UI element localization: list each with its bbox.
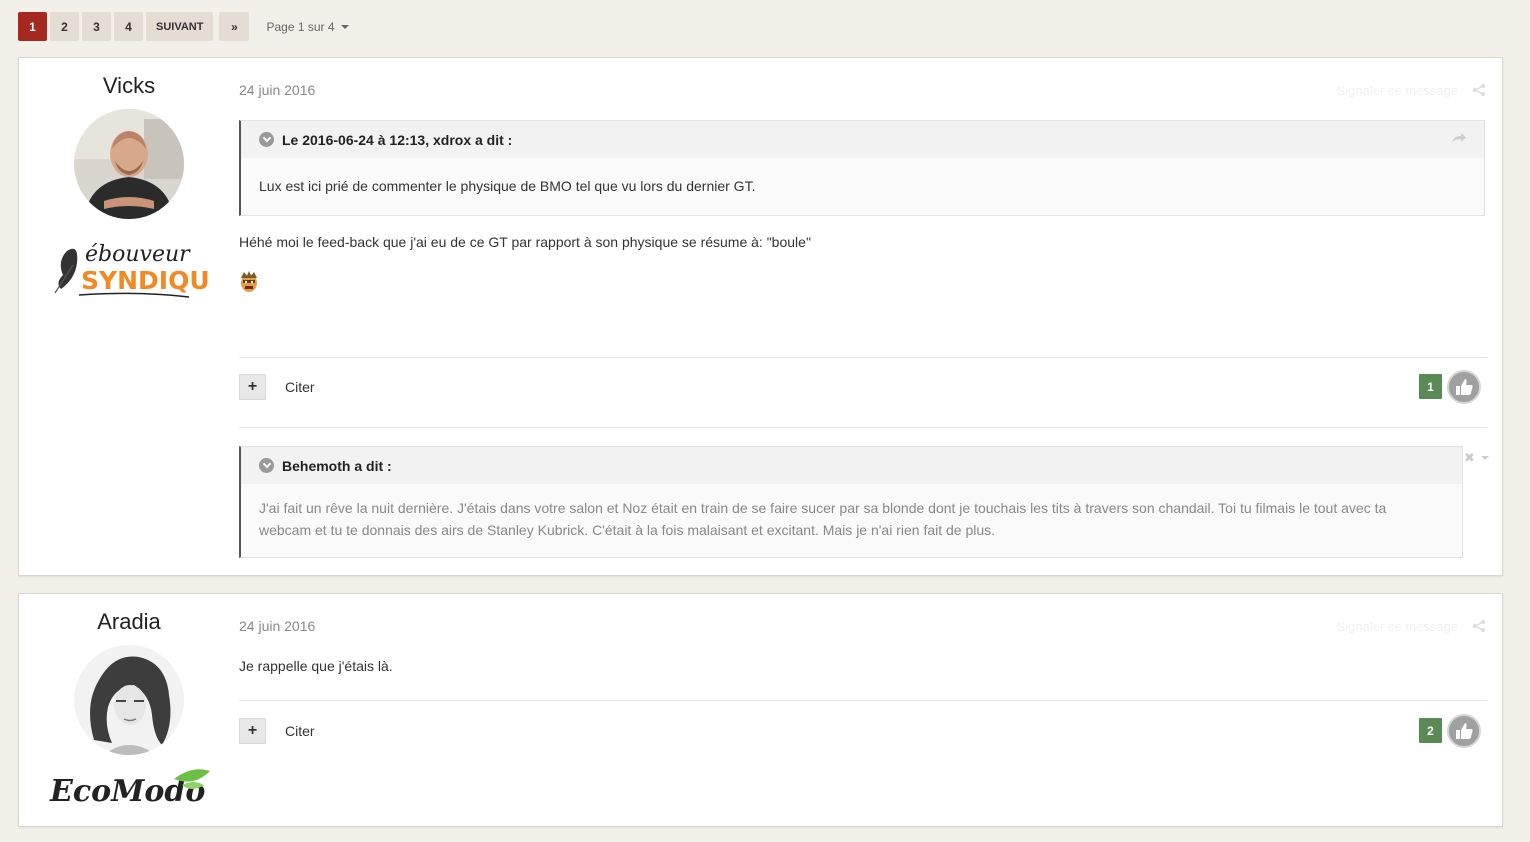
multiquote-button[interactable]: + — [239, 374, 266, 400]
avatar[interactable] — [74, 109, 184, 219]
collapse-icon[interactable] — [259, 458, 274, 473]
report-link[interactable]: Signaler ce message — [1337, 619, 1458, 634]
reputation-count: 1 — [1419, 374, 1442, 399]
quote-link-icon[interactable] — [1452, 133, 1466, 143]
post-date[interactable]: 24 juin 2016 — [239, 82, 315, 98]
author-name[interactable]: Aradia — [19, 609, 239, 635]
quote-header[interactable]: Le 2016-06-24 à 12:13, xdrox a dit : — [241, 121, 1484, 158]
page-4-button[interactable]: 4 — [114, 12, 143, 41]
badge-line2: SYNDIQUÉ — [81, 266, 209, 295]
share-icon[interactable] — [1472, 619, 1486, 633]
close-icon[interactable]: ✖ — [1464, 450, 1475, 466]
divider — [239, 700, 1487, 701]
quote-text-line: webcam et tu te donnais des airs de Stan… — [259, 522, 996, 538]
page-info-label: Page 1 sur 4 — [266, 19, 335, 34]
avatar[interactable] — [74, 645, 184, 755]
post-date[interactable]: 24 juin 2016 — [239, 618, 315, 634]
quote-text: Lux est ici prié de commenter le physiqu… — [259, 178, 756, 194]
reputation-count: 2 — [1419, 718, 1442, 743]
page-3-button[interactable]: 3 — [82, 12, 111, 41]
quote-block: Le 2016-06-24 à 12:13, xdrox a dit : Lux… — [239, 120, 1485, 216]
like-button[interactable] — [1447, 370, 1481, 404]
quote-header[interactable]: Behemoth a dit : — [241, 447, 1462, 484]
last-page-button[interactable]: » — [219, 12, 250, 41]
collapse-icon[interactable] — [259, 132, 274, 147]
next-page-button[interactable]: SUIVANT — [146, 12, 214, 41]
page-2-button[interactable]: 2 — [50, 12, 79, 41]
multiquote-button[interactable]: + — [239, 718, 266, 744]
page-jump-dropdown[interactable]: Page 1 sur 4 — [266, 19, 349, 34]
author-name[interactable]: Vicks — [19, 73, 239, 99]
emoji-icon — [241, 271, 257, 292]
divider — [239, 427, 1487, 428]
signature-options[interactable]: ✖ — [1464, 450, 1489, 466]
thumbs-up-icon — [1456, 379, 1473, 395]
member-badge: EcoModo — [44, 765, 214, 811]
post-text: Je rappelle que j'étais là. — [239, 658, 393, 674]
badge-line1: ébouveur — [85, 242, 191, 267]
author-panel: Vicks ébouveur SYNDIQUÉ — [19, 58, 239, 303]
post: Aradia EcoModo 24 juin 2016 Signaler ce … — [18, 593, 1503, 827]
thumbs-up-icon — [1456, 723, 1473, 739]
signature-quote-block: Behemoth a dit : J'ai fait un rêve la nu… — [239, 446, 1463, 558]
caret-down-icon — [1480, 456, 1489, 460]
like-button[interactable] — [1447, 714, 1481, 748]
report-link[interactable]: Signaler ce message — [1337, 83, 1458, 98]
pagination: 1 2 3 4 SUIVANT » Page 1 sur 4 — [18, 12, 349, 41]
share-icon[interactable] — [1472, 83, 1486, 97]
divider — [239, 357, 1487, 358]
quote-button[interactable]: Citer — [285, 723, 315, 739]
page-1-button[interactable]: 1 — [18, 12, 47, 41]
post: Vicks ébouveur SYNDIQUÉ 24 — [18, 57, 1503, 576]
caret-down-icon — [340, 24, 349, 29]
quote-author-line: Le 2016-06-24 à 12:13, xdrox a dit : — [282, 131, 513, 148]
quote-text: J'ai fait un rêve la nuit dernière. J'ét… — [241, 484, 1462, 541]
quote-text-line: J'ai fait un rêve la nuit dernière. J'ét… — [259, 500, 1387, 516]
author-panel: Aradia EcoModo — [19, 594, 239, 811]
member-badge: ébouveur SYNDIQUÉ — [49, 233, 227, 303]
quote-button[interactable]: Citer — [285, 379, 315, 395]
quote-author-line: Behemoth a dit : — [282, 457, 392, 474]
post-text: Héhé moi le feed-back que j'ai eu de ce … — [239, 234, 811, 250]
